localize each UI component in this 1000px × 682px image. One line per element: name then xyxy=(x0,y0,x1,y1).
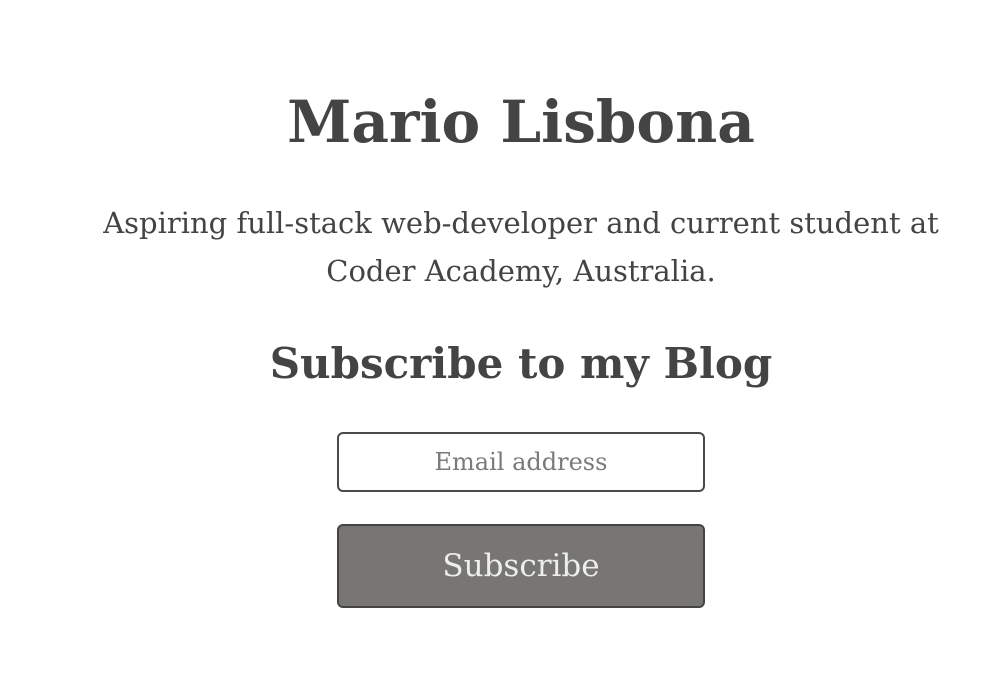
subscribe-button[interactable]: Subscribe xyxy=(337,524,705,608)
bio-text: Aspiring full-stack web-developer and cu… xyxy=(103,206,939,288)
email-field[interactable] xyxy=(337,432,705,492)
page: Mario Lisbona Aspiring full-stack web-de… xyxy=(0,0,1000,682)
subscribe-heading: Subscribe to my Blog xyxy=(269,339,773,388)
page-title: Mario Lisbona xyxy=(287,88,755,156)
